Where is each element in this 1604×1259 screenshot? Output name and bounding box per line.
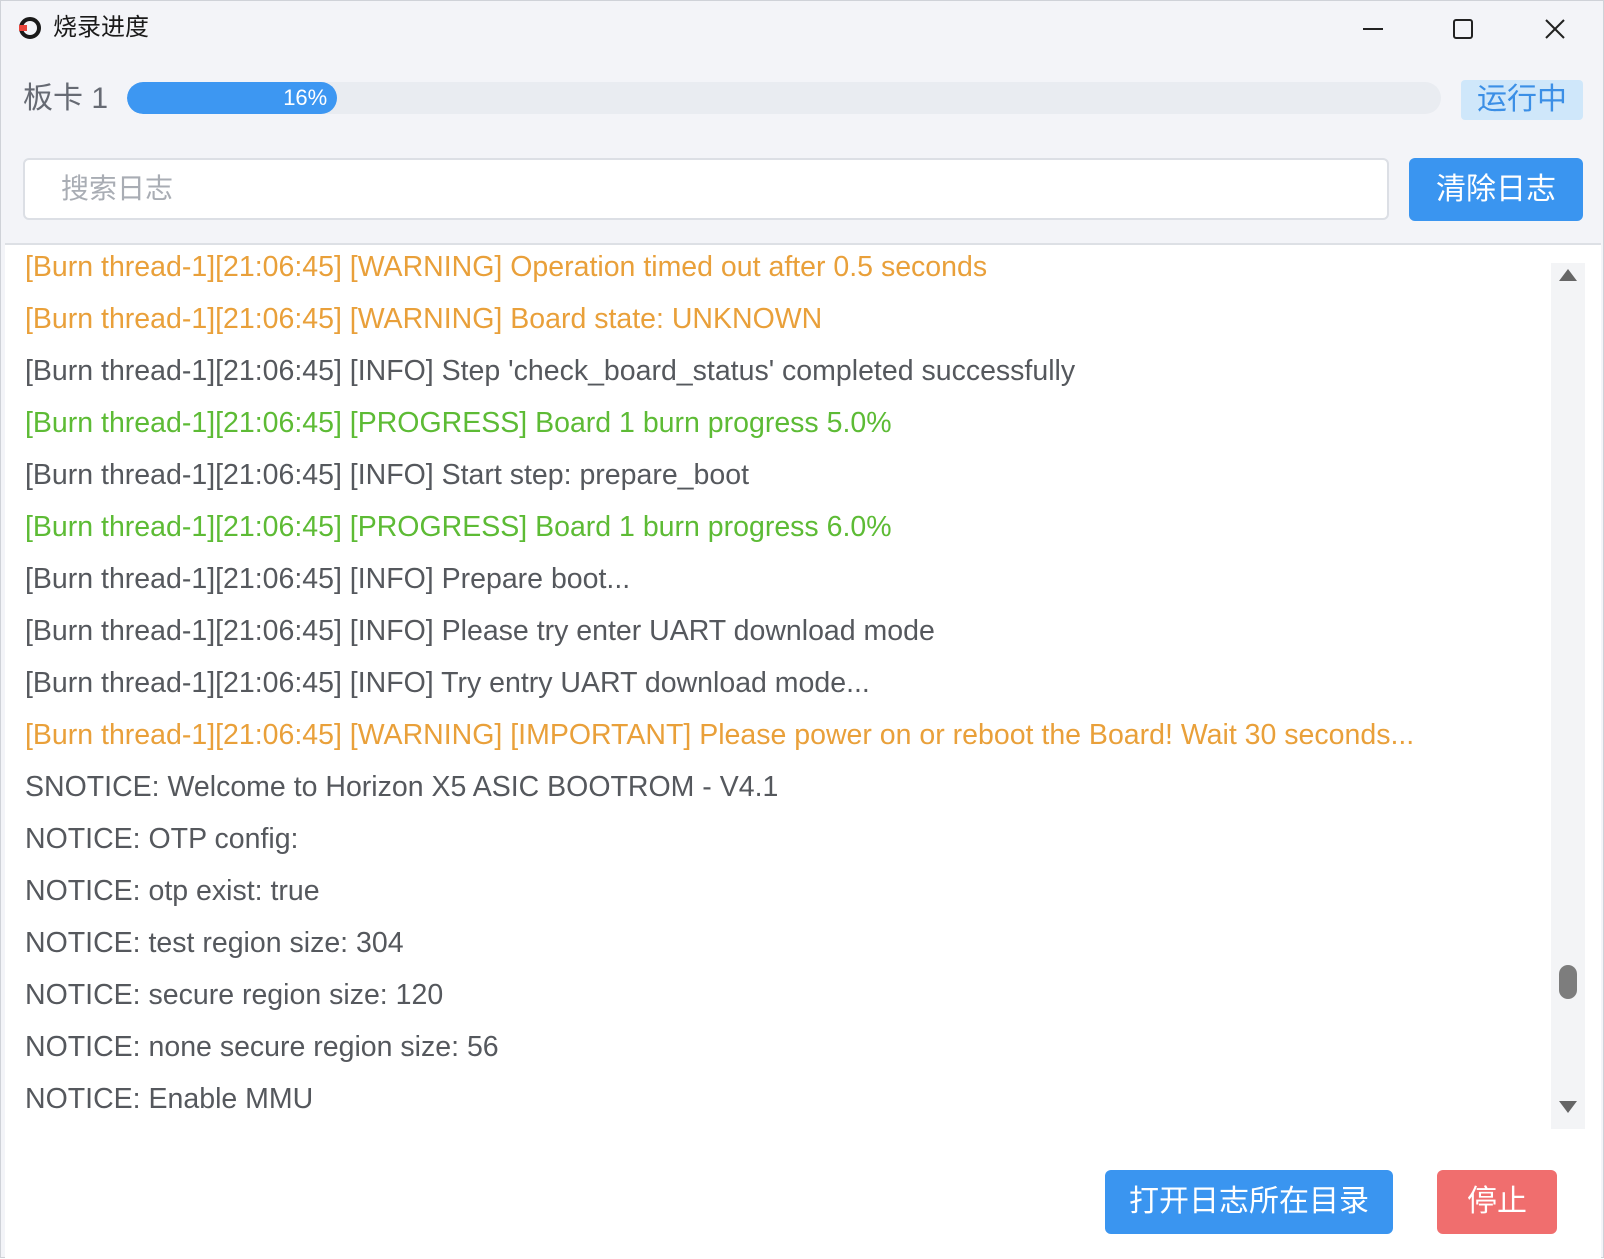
log-line: [Burn thread-1][21:06:45] [INFO] Step 'c… (25, 355, 1076, 387)
status-badge: 运行中 (1461, 80, 1583, 120)
log-line: [Burn thread-1][21:06:45] [INFO] Please … (25, 615, 935, 647)
progress-bar: 16% (127, 82, 1441, 114)
app-logo-icon (19, 17, 41, 39)
log-line: NOTICE: otp exist: true (25, 875, 320, 907)
clear-log-button[interactable]: 清除日志 (1409, 158, 1583, 221)
stop-button[interactable]: 停止 (1437, 1170, 1557, 1234)
scroll-up-arrow-icon[interactable] (1559, 269, 1577, 281)
progress-bar-fill: 16% (127, 82, 338, 114)
close-icon (1545, 19, 1565, 39)
log-line: [Burn thread-1][21:06:45] [WARNING] Boar… (25, 303, 823, 335)
log-line: [Burn thread-1][21:06:45] [PROGRESS] Boa… (25, 407, 892, 439)
scroll-down-arrow-icon[interactable] (1559, 1101, 1577, 1113)
log-list: [Burn thread-1][21:06:45] [WARNING] Oper… (25, 245, 1545, 1125)
log-line: NOTICE: Enable MMU (25, 1083, 314, 1115)
log-search-input[interactable] (23, 158, 1389, 220)
log-line: [Burn thread-1][21:06:45] [PROGRESS] Boa… (25, 511, 892, 543)
log-line: [Burn thread-1][21:06:45] [WARNING] [IMP… (25, 719, 1415, 751)
log-line: [Burn thread-1][21:06:45] [WARNING] Oper… (25, 251, 988, 283)
log-line: NOTICE: OTP config: (25, 823, 299, 855)
maximize-icon (1453, 19, 1473, 39)
log-scrollbar[interactable] (1551, 263, 1585, 1129)
log-line: [Burn thread-1][21:06:45] [INFO] Prepare… (25, 563, 631, 595)
minimize-icon (1363, 28, 1383, 30)
minimize-button[interactable] (1343, 9, 1403, 49)
log-panel[interactable]: [Burn thread-1][21:06:45] [WARNING] Oper… (5, 243, 1601, 1151)
open-log-folder-button[interactable]: 打开日志所在目录 (1105, 1170, 1393, 1234)
log-line: NOTICE: test region size: 304 (25, 927, 404, 959)
log-line: SNOTICE: Welcome to Horizon X5 ASIC BOOT… (25, 771, 779, 803)
close-button[interactable] (1525, 9, 1585, 49)
title-bar[interactable]: 烧录进度 (1, 1, 1603, 57)
progress-percent-text: 16% (283, 85, 328, 110)
log-line: NOTICE: secure region size: 120 (25, 979, 444, 1011)
scroll-thumb[interactable] (1559, 965, 1577, 999)
log-line: NOTICE: none secure region size: 56 (25, 1031, 499, 1063)
burn-progress-window: 烧录进度 板卡 1 16% 运行中 清除日志 [Burn thread-1][2… (0, 0, 1604, 1259)
board-label: 板卡 1 (23, 82, 109, 115)
log-line: [Burn thread-1][21:06:45] [INFO] Try ent… (25, 667, 870, 699)
window-title: 烧录进度 (53, 14, 149, 41)
log-line: [Burn thread-1][21:06:45] [INFO] Start s… (25, 459, 749, 491)
footer-bar: 打开日志所在目录 停止 (5, 1149, 1601, 1259)
maximize-button[interactable] (1433, 9, 1493, 49)
